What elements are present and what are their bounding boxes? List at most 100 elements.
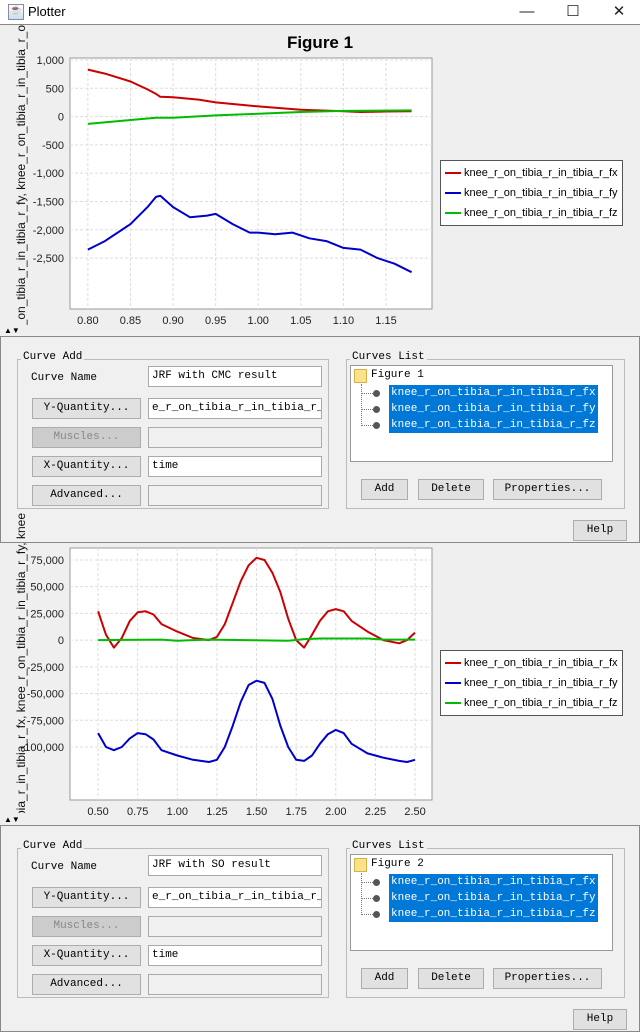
- x-quantity-field[interactable]: time: [148, 945, 322, 966]
- x-quantity-button[interactable]: X-Quantity...: [32, 456, 141, 477]
- legend-label: knee_r_on_tibia_r_in_tibia_r_fx: [464, 657, 618, 669]
- advanced-button[interactable]: Advanced...: [32, 974, 141, 995]
- curve-node-icon: [373, 911, 380, 918]
- plot-area-1: Figure 1 knee_r_on_tibia_r_in_tibia_r_fx…: [0, 25, 640, 333]
- curves-list-legend: Curves List: [350, 351, 427, 363]
- legend-item-fy: knee_r_on_tibia_r_in_tibia_r_fy: [445, 183, 618, 203]
- curve-list-item[interactable]: knee_r_on_tibia_r_in_tibia_r_fz: [389, 417, 598, 433]
- y-tick-label: -2,000: [33, 225, 64, 237]
- tree-folder-label[interactable]: Figure 1: [371, 369, 424, 381]
- x-tick-label: 1.25: [206, 806, 227, 818]
- y-tick-label: 0: [58, 112, 64, 124]
- x-tick-label: 0.50: [87, 806, 108, 818]
- x-tick-label: 0.90: [162, 315, 183, 327]
- curve-list-item[interactable]: knee_r_on_tibia_r_in_tibia_r_fx: [389, 874, 598, 890]
- curve-name-input[interactable]: JRF with SO result: [148, 855, 322, 876]
- minimize-button[interactable]: —: [504, 0, 550, 25]
- curve-name-label: Curve Name: [31, 372, 98, 384]
- x-tick-label: 1.00: [248, 315, 269, 327]
- y-tick-label: 0: [58, 635, 64, 647]
- legend: knee_r_on_tibia_r_in_tibia_r_fx knee_r_o…: [440, 650, 623, 716]
- maximize-button[interactable]: ☐: [550, 0, 596, 25]
- x-tick-label: 1.75: [285, 806, 306, 818]
- muscles-field[interactable]: [148, 427, 322, 448]
- properties-button[interactable]: Properties...: [493, 968, 602, 989]
- x-tick-label: 2.00: [325, 806, 346, 818]
- add-button[interactable]: Add: [361, 479, 408, 500]
- y-tick-label: -1,500: [33, 196, 64, 208]
- advanced-field[interactable]: [148, 974, 322, 995]
- delete-button[interactable]: Delete: [418, 968, 484, 989]
- curves-tree[interactable]: Figure 2 knee_r_on_tibia_r_in_tibia_r_fx…: [350, 854, 613, 951]
- curves-list-legend: Curves List: [350, 840, 427, 852]
- y-quantity-field[interactable]: e_r_on_tibia_r_in_tibia_r_fz: [148, 887, 322, 908]
- help-button[interactable]: Help: [573, 1009, 627, 1030]
- plot-background: [69, 547, 433, 801]
- legend-label: knee_r_on_tibia_r_in_tibia_r_fy: [464, 187, 618, 199]
- java-app-icon: ☕: [8, 4, 24, 20]
- tree-folder-label[interactable]: Figure 2: [371, 858, 424, 870]
- x-tick-label: 1.50: [246, 806, 267, 818]
- x-tick-label: 1.10: [333, 315, 354, 327]
- curve-add-legend: Curve Add: [21, 351, 85, 363]
- add-button[interactable]: Add: [361, 968, 408, 989]
- curve-name-input[interactable]: JRF with CMC result: [148, 366, 322, 387]
- legend-item-fx: knee_r_on_tibia_r_in_tibia_r_fx: [445, 653, 618, 673]
- tree-line: [361, 873, 362, 915]
- curve-list-item[interactable]: knee_r_on_tibia_r_in_tibia_r_fy: [389, 890, 598, 906]
- y-quantity-button[interactable]: Y-Quantity...: [32, 398, 141, 419]
- delete-button[interactable]: Delete: [418, 479, 484, 500]
- curve-list-item[interactable]: knee_r_on_tibia_r_in_tibia_r_fz: [389, 906, 598, 922]
- legend-item-fz: knee_r_on_tibia_r_in_tibia_r_fz: [445, 693, 618, 713]
- curve-name-label: Curve Name: [31, 861, 98, 873]
- muscles-field[interactable]: [148, 916, 322, 937]
- y-quantity-field[interactable]: e_r_on_tibia_r_in_tibia_r_fz: [148, 398, 322, 419]
- curve-panel-1: Curve Add Curve Name JRF with CMC result…: [0, 336, 640, 543]
- muscles-button[interactable]: Muscles...: [32, 916, 141, 937]
- curve-list-item[interactable]: knee_r_on_tibia_r_in_tibia_r_fy: [389, 401, 598, 417]
- curve-node-icon: [373, 879, 380, 886]
- splitter-arrows[interactable]: ▲▼: [4, 326, 20, 335]
- splitter-arrows[interactable]: ▲▼: [4, 815, 20, 824]
- close-button[interactable]: ✕: [596, 0, 640, 25]
- y-tick-label: -100,000: [21, 742, 64, 754]
- y-tick-label: -50,000: [27, 689, 64, 701]
- advanced-field[interactable]: [148, 485, 322, 506]
- legend-item-fz: knee_r_on_tibia_r_in_tibia_r_fz: [445, 203, 618, 223]
- x-tick-label: 1.05: [290, 315, 311, 327]
- legend-item-fy: knee_r_on_tibia_r_in_tibia_r_fy: [445, 673, 618, 693]
- x-tick-label: 1.15: [375, 315, 396, 327]
- legend-label: knee_r_on_tibia_r_in_tibia_r_fz: [464, 207, 618, 219]
- window-title: Plotter: [28, 4, 66, 19]
- x-axis-label: time: [240, 822, 263, 823]
- legend-label: knee_r_on_tibia_r_in_tibia_r_fx: [464, 167, 618, 179]
- y-tick-label: -2,500: [33, 253, 64, 265]
- curve-list-item[interactable]: knee_r_on_tibia_r_in_tibia_r_fx: [389, 385, 598, 401]
- help-button[interactable]: Help: [573, 520, 627, 541]
- y-tick-label: -75,000: [27, 715, 64, 727]
- x-quantity-button[interactable]: X-Quantity...: [32, 945, 141, 966]
- title-bar: ☕ Plotter — ☐ ✕: [0, 0, 640, 25]
- advanced-button[interactable]: Advanced...: [32, 485, 141, 506]
- x-axis-label: time: [240, 331, 263, 333]
- curve-node-icon: [373, 406, 380, 413]
- plot-background: [69, 57, 433, 310]
- curve-node-icon: [373, 895, 380, 902]
- x-quantity-field[interactable]: time: [148, 456, 322, 477]
- y-tick-label: 25,000: [30, 608, 64, 620]
- properties-button[interactable]: Properties...: [493, 479, 602, 500]
- folder-icon: [354, 858, 367, 872]
- y-quantity-button[interactable]: Y-Quantity...: [32, 887, 141, 908]
- legend: knee_r_on_tibia_r_in_tibia_r_fx knee_r_o…: [440, 160, 623, 226]
- muscles-button[interactable]: Muscles...: [32, 427, 141, 448]
- x-tick-label: 1.00: [167, 806, 188, 818]
- y-tick-label: -500: [42, 140, 64, 152]
- plot-area-2: knee_r_on_tibia_r_in_tibia_r_fx, knee_r_…: [0, 513, 640, 823]
- curve-node-icon: [373, 422, 380, 429]
- y-tick-label: -25,000: [27, 662, 64, 674]
- curve-panel-2: Curve Add Curve Name JRF with SO result …: [0, 825, 640, 1032]
- x-tick-label: 0.75: [127, 806, 148, 818]
- curve-add-legend: Curve Add: [21, 840, 85, 852]
- y-tick-label: 1,000: [36, 55, 64, 67]
- curves-tree[interactable]: Figure 1 knee_r_on_tibia_r_in_tibia_r_fx…: [350, 365, 613, 462]
